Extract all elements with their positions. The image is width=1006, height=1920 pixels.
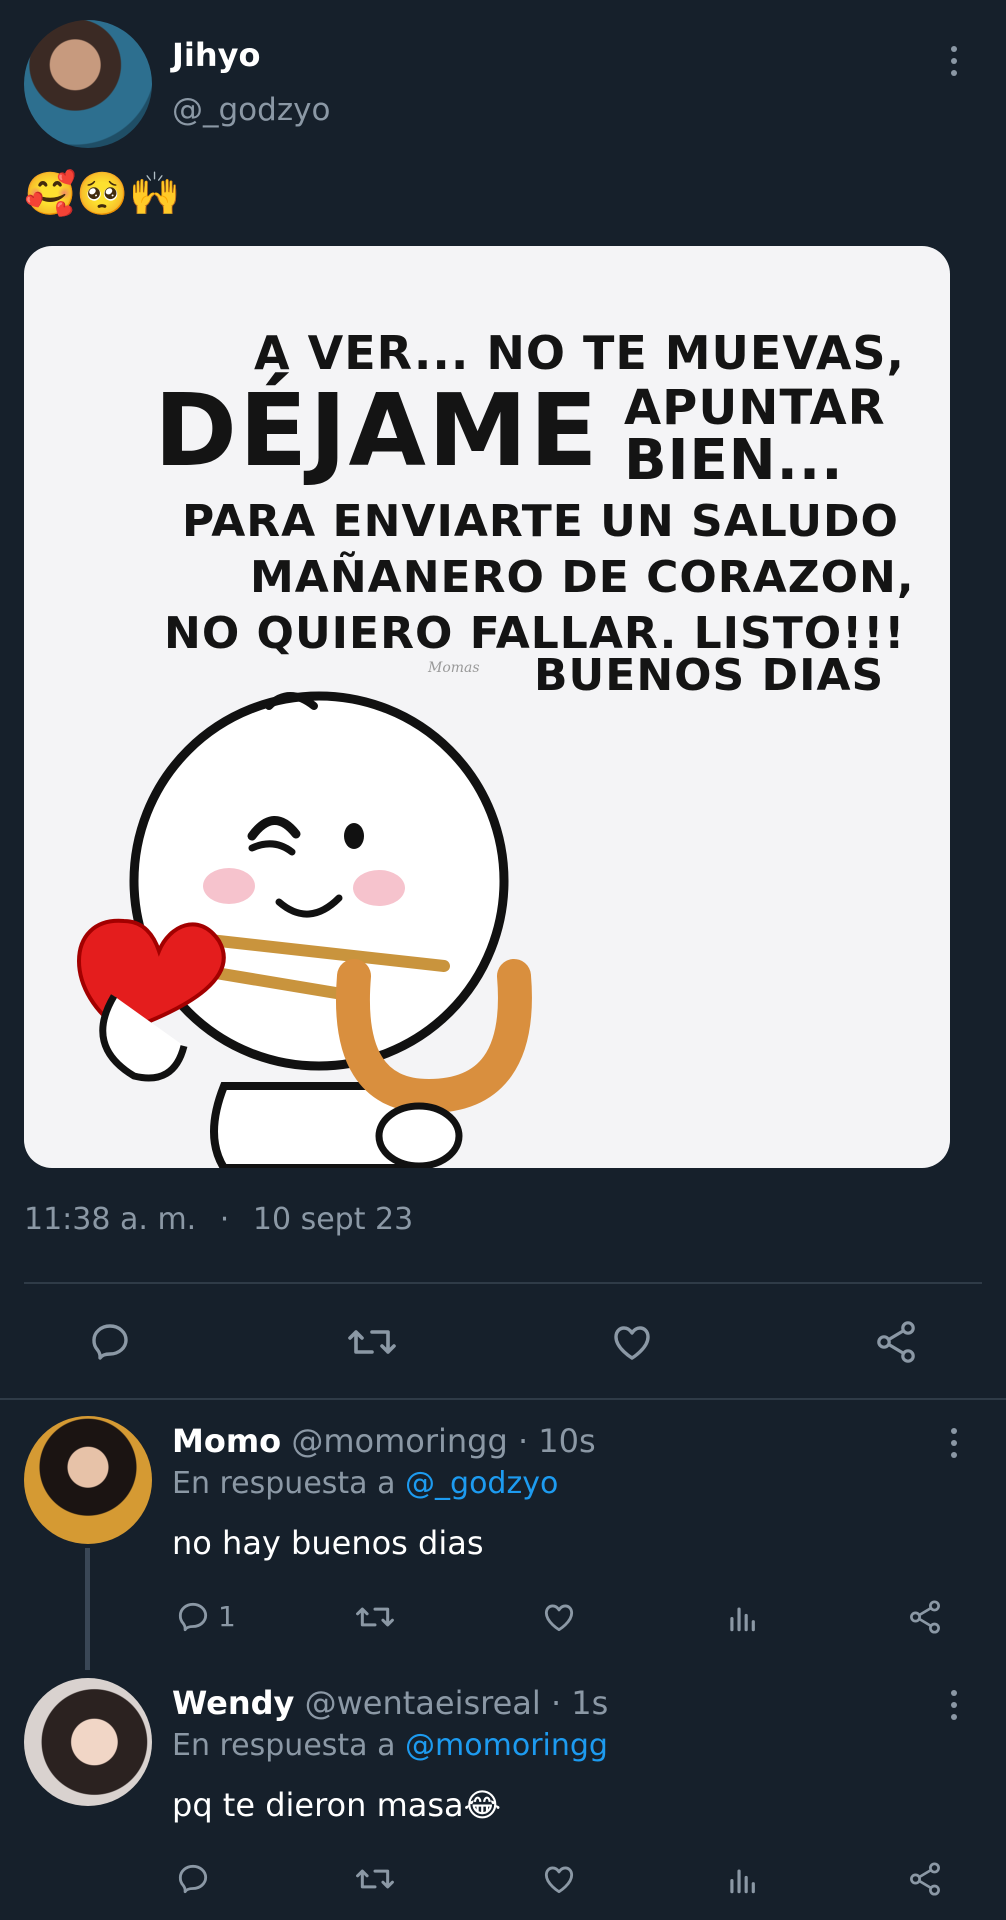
reply-author-handle[interactable]: @momoringg — [291, 1422, 507, 1460]
share-icon[interactable] — [906, 1598, 944, 1636]
share-icon[interactable] — [872, 1318, 920, 1366]
tweet-timestamp: 11:38 a. m. · 10 sept 23 — [24, 1202, 413, 1237]
thread-line — [85, 1548, 90, 1670]
reply-avatar-wendy[interactable] — [24, 1678, 152, 1806]
reply-icon[interactable] — [174, 1860, 212, 1898]
tweet-image[interactable]: A VER... NO TE MUEVAS, DÉJAME APUNTAR BI… — [24, 246, 950, 1168]
meme-line-6: BUENOS DIAS — [534, 650, 885, 701]
analytics-icon[interactable] — [724, 1598, 762, 1636]
meme-big-word: DÉJAME — [154, 372, 600, 489]
reply-context-label: En respuesta a — [172, 1466, 396, 1501]
author-handle[interactable]: @_godzyo — [172, 92, 330, 128]
reply-icon[interactable] — [86, 1318, 134, 1366]
retweet-icon[interactable] — [354, 1860, 396, 1898]
reply-time: · 10s — [517, 1422, 596, 1460]
like-icon[interactable] — [540, 1598, 578, 1636]
reply-context-wendy: En respuesta a @momoringg — [172, 1728, 608, 1763]
meme-line-3: PARA ENVIARTE UN SALUDO — [182, 496, 899, 547]
retweet-icon[interactable] — [346, 1318, 398, 1366]
meme-line-4: MAÑANERO DE CORAZON, — [250, 552, 915, 603]
more-options-icon[interactable] — [949, 1428, 959, 1464]
divider-top — [24, 1282, 982, 1284]
reply-time: · 1s — [550, 1684, 609, 1722]
retweet-icon[interactable] — [354, 1598, 396, 1636]
reply-context-label: En respuesta a — [172, 1728, 396, 1763]
divider-bottom — [0, 1398, 1006, 1400]
reply-avatar-momo[interactable] — [24, 1416, 152, 1544]
reply-icon[interactable] — [174, 1598, 212, 1636]
reply-to-link[interactable]: @_godzyo — [405, 1466, 558, 1501]
reply-to-link[interactable]: @momoringg — [405, 1728, 608, 1763]
more-options-icon[interactable] — [949, 46, 959, 82]
reply-count: 1 — [218, 1600, 236, 1633]
reply-text-momo: no hay buenos dias — [172, 1524, 484, 1562]
tweet-time: 11:38 a. m. — [24, 1202, 197, 1237]
author-avatar[interactable] — [24, 20, 152, 148]
tweet-text: 🥰🥺🙌 — [24, 169, 181, 218]
meme-line-2b: BIEN... — [624, 428, 844, 493]
more-options-icon[interactable] — [949, 1690, 959, 1726]
reply-author-handle[interactable]: @wentaeisreal — [305, 1684, 541, 1722]
reply-header-momo: Momo @momoringg · 10s — [172, 1422, 596, 1460]
tweet-date: 10 sept 23 — [252, 1202, 414, 1237]
author-name[interactable]: Jihyo — [172, 36, 261, 74]
share-icon[interactable] — [906, 1860, 944, 1898]
like-icon[interactable] — [608, 1318, 656, 1366]
reply-header-wendy: Wendy @wentaeisreal · 1s — [172, 1684, 608, 1722]
timestamp-separator: · — [219, 1202, 230, 1237]
reply-text-wendy: pq te dieron masa😂 — [172, 1786, 502, 1824]
meme-illustration — [77, 691, 532, 1168]
reply-context-momo: En respuesta a @_godzyo — [172, 1466, 558, 1501]
analytics-icon[interactable] — [724, 1860, 762, 1898]
like-icon[interactable] — [540, 1860, 578, 1898]
reply-author-name[interactable]: Momo — [172, 1422, 281, 1460]
reply-author-name[interactable]: Wendy — [172, 1684, 294, 1722]
